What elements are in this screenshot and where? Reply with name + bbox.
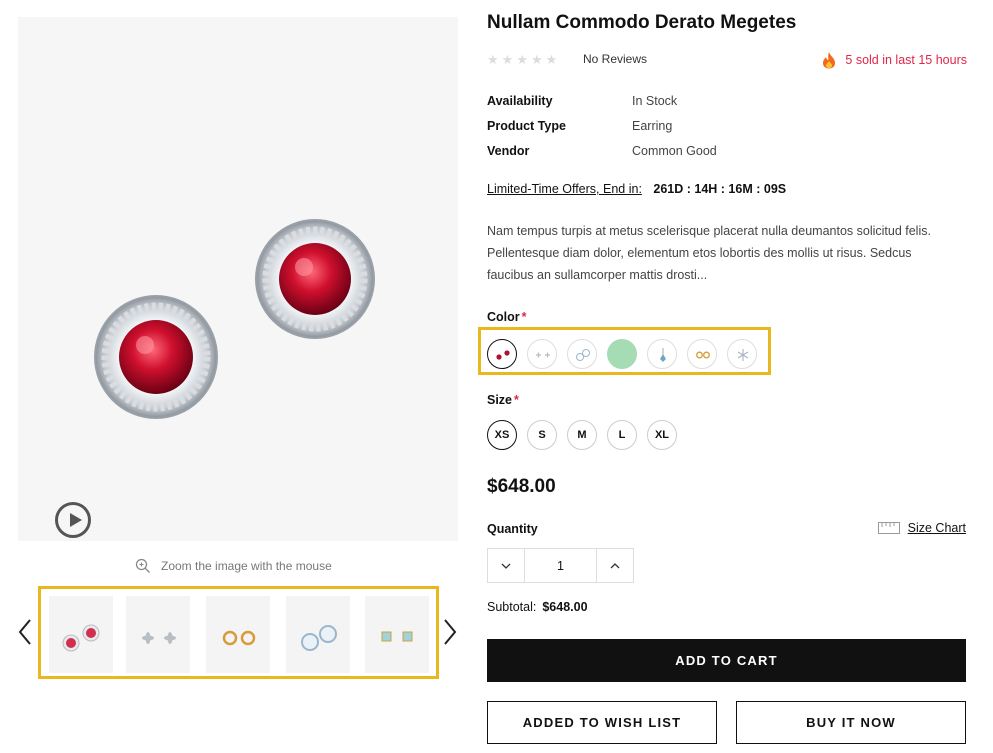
zoom-icon <box>135 558 150 573</box>
size-option-xl[interactable]: XL <box>647 420 677 450</box>
required-marker: * <box>521 310 527 324</box>
swatch-ruby-studs[interactable] <box>487 339 517 369</box>
meta-value: Earring <box>632 119 673 133</box>
subtotal: Subtotal: $648.00 <box>487 600 588 614</box>
swatch-blue-round-studs[interactable] <box>567 339 597 369</box>
color-swatch-group <box>478 327 771 375</box>
quantity-stepper: 1 <box>487 548 634 583</box>
buy-now-button[interactable]: BUY IT NOW <box>736 701 966 744</box>
meta-key: Vendor <box>487 144 530 158</box>
thumbnail-ruby-studs[interactable] <box>49 596 113 673</box>
countdown-label: Limited-Time Offers, End in: <box>487 182 642 196</box>
quantity-input[interactable]: 1 <box>524 549 597 582</box>
product-description: Nam tempus turpis at metus scelerisque p… <box>487 224 931 282</box>
color-label-text: Color <box>487 310 520 324</box>
chevron-up-icon <box>610 562 620 568</box>
countdown-timer: 261D : 14H : 16M : 09S <box>653 182 787 196</box>
star-icon: ★ <box>545 52 558 67</box>
meta-key: Product Type <box>487 119 566 133</box>
chevron-down-icon <box>501 563 511 569</box>
swatch-blue-drop-earring[interactable] <box>647 339 677 369</box>
color-label: Color * <box>487 310 527 324</box>
swatch-silver-flower-studs[interactable] <box>527 339 557 369</box>
meta-value: Common Good <box>632 144 717 158</box>
play-video-button[interactable] <box>55 502 91 538</box>
size-label: Size * <box>487 393 519 407</box>
quantity-decrease-button[interactable] <box>488 549 524 582</box>
size-option-m[interactable]: M <box>567 420 597 450</box>
swatch-mint-green[interactable] <box>607 339 637 369</box>
subtotal-label: Subtotal: <box>487 600 537 614</box>
star-icon: ★ <box>530 52 543 67</box>
swatch-gold-studs[interactable] <box>687 339 717 369</box>
size-option-xs[interactable]: XS <box>487 420 517 450</box>
ruby-earrings-image <box>94 219 375 419</box>
countdown: Limited-Time Offers, End in: 261D : 14H … <box>487 182 786 196</box>
star-icon: ★ <box>487 52 499 67</box>
ruler-icon <box>877 522 900 534</box>
add-to-cart-button[interactable]: ADD TO CART <box>487 639 966 682</box>
sold-text: 5 sold in last 15 hours <box>845 53 967 67</box>
quantity-increase-button[interactable] <box>597 549 633 582</box>
rating-stars: ★ ★ ★ ★ ★ <box>487 52 557 68</box>
sold-indicator: 5 sold in last 15 hours <box>821 51 967 69</box>
product-price: $648.00 <box>487 476 556 497</box>
thumbnail-aquamarine-studs[interactable] <box>365 596 429 673</box>
thumbnail-silver-flower-studs[interactable] <box>126 596 190 673</box>
quantity-label: Quantity <box>487 522 538 536</box>
swatch-silver-star-earring[interactable] <box>727 339 757 369</box>
size-chart-text[interactable]: Size Chart <box>908 521 966 535</box>
required-marker: * <box>514 393 519 407</box>
size-option-l[interactable]: L <box>607 420 637 450</box>
zoom-hint-text: Zoom the image with the mouse <box>161 559 332 573</box>
star-icon: ★ <box>516 52 528 67</box>
star-icon: ★ <box>501 52 514 67</box>
meta-value: In Stock <box>632 94 678 108</box>
thumbnail-gold-studs[interactable] <box>206 596 270 673</box>
main-product-image[interactable] <box>18 17 458 541</box>
size-label-text: Size <box>487 393 513 407</box>
subtotal-value: $648.00 <box>542 600 588 614</box>
product-title: Nullam Commodo Derato Megetes <box>487 12 797 33</box>
prev-thumbnail-arrow-icon[interactable] <box>16 618 34 646</box>
wish-list-button[interactable]: ADDED TO WISH LIST <box>487 701 717 744</box>
fire-icon <box>823 52 836 69</box>
reviews-count: No Reviews <box>583 52 648 66</box>
next-thumbnail-arrow-icon[interactable] <box>441 618 459 646</box>
thumbnail-blue-round-studs[interactable] <box>286 596 350 673</box>
size-chart-link[interactable]: Size Chart <box>877 521 966 535</box>
meta-key: Availability <box>487 94 553 108</box>
size-option-s[interactable]: S <box>527 420 557 450</box>
thumbnail-strip <box>38 586 439 679</box>
zoom-hint: Zoom the image with the mouse <box>135 558 332 574</box>
